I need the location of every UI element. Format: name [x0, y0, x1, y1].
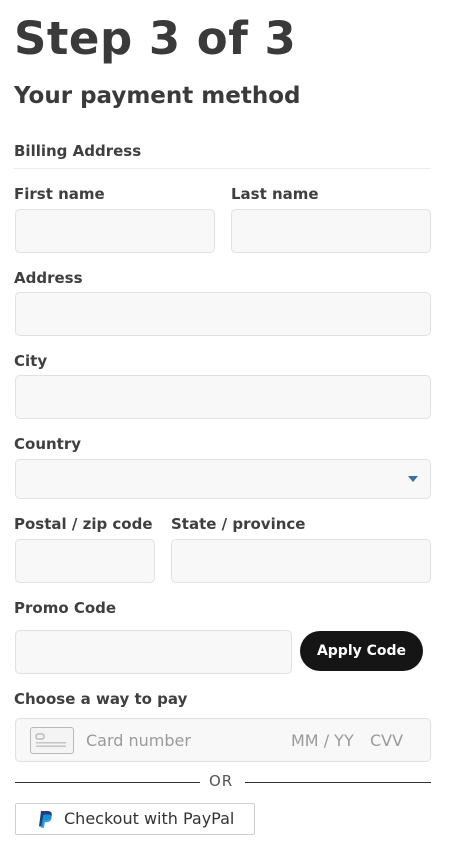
city-label: City — [14, 352, 48, 370]
page-subtitle: Your payment method — [14, 83, 301, 109]
card-number-placeholder[interactable]: Card number — [86, 731, 191, 751]
country-select[interactable] — [15, 459, 431, 499]
postal-code-field[interactable] — [15, 539, 155, 583]
state-label: State / province — [171, 515, 306, 533]
state-field[interactable] — [171, 539, 431, 583]
or-divider-left — [15, 782, 200, 783]
expiry-placeholder[interactable]: MM / YY — [291, 731, 354, 751]
postal-code-label: Postal / zip code — [14, 515, 153, 533]
address-label: Address — [14, 269, 83, 287]
paypal-logo-icon — [36, 810, 54, 830]
payment-method-label: Choose a way to pay — [14, 690, 188, 708]
first-name-label: First name — [14, 185, 105, 203]
section-divider — [14, 168, 431, 169]
first-name-field[interactable] — [15, 209, 215, 253]
or-divider-right — [245, 782, 431, 783]
promo-code-field[interactable] — [15, 630, 292, 674]
credit-card-icon — [30, 727, 74, 754]
paypal-button-label: Checkout with PayPal — [64, 809, 235, 828]
billing-section-label: Billing Address — [14, 142, 142, 160]
country-label: Country — [14, 435, 82, 453]
last-name-field[interactable] — [231, 209, 431, 253]
promo-code-label: Promo Code — [14, 599, 117, 617]
apply-code-button[interactable]: Apply Code — [300, 631, 423, 671]
step-title: Step 3 of 3 — [14, 12, 297, 65]
or-divider-text: OR — [209, 772, 234, 790]
paypal-checkout-button[interactable]: Checkout with PayPal — [15, 803, 255, 835]
address-field[interactable] — [15, 292, 431, 336]
last-name-label: Last name — [231, 185, 319, 203]
chevron-down-icon — [408, 476, 418, 482]
card-input-group[interactable]: Card number MM / YY CVV — [15, 718, 431, 762]
cvv-placeholder[interactable]: CVV — [370, 731, 403, 751]
city-field[interactable] — [15, 375, 431, 419]
